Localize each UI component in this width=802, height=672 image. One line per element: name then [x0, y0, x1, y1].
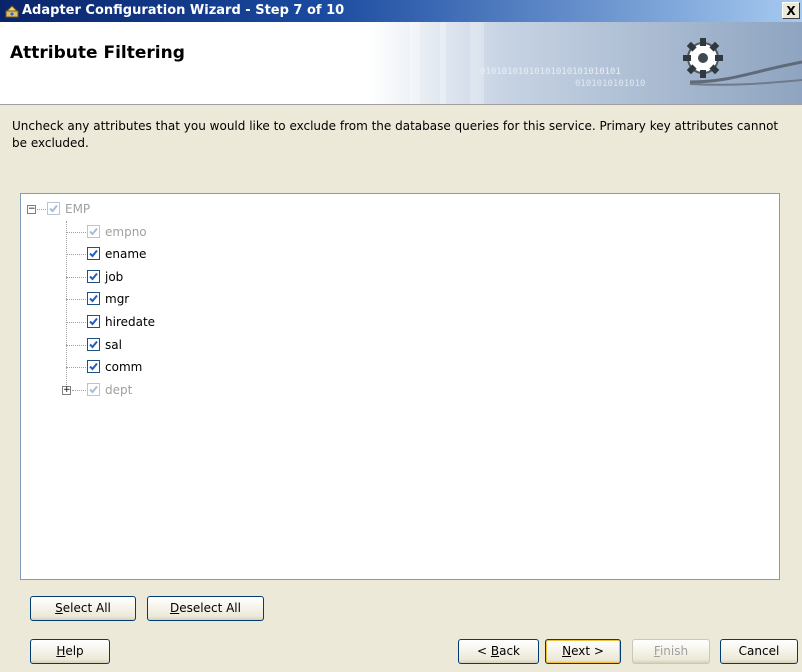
- checkbox-emp[interactable]: [47, 202, 60, 215]
- checkbox-hiredate[interactable]: [87, 315, 100, 328]
- finish-button[interactable]: Finish: [632, 639, 710, 664]
- deselect-all-button[interactable]: Deselect All: [147, 596, 264, 621]
- expand-icon[interactable]: +: [62, 386, 71, 395]
- binary-text-1: 01010101010101010101010101: [480, 67, 621, 77]
- checkbox-dept[interactable]: [87, 383, 100, 396]
- help-mnemonic: H: [56, 644, 66, 658]
- back-label: ack: [499, 644, 520, 658]
- back-mnemonic: B: [490, 644, 500, 658]
- help-button[interactable]: Help: [30, 639, 110, 664]
- help-label: elp: [65, 644, 84, 658]
- tree-label-ename: ename: [105, 247, 147, 261]
- page-title: Attribute Filtering: [10, 43, 185, 63]
- title-bar: Adapter Configuration Wizard - Step 7 of…: [0, 0, 802, 22]
- tree-label-comm: comm: [105, 360, 143, 374]
- cancel-button[interactable]: Cancel: [720, 639, 798, 664]
- select-all-mnemonic: S: [55, 601, 63, 615]
- tree-label-job: job: [105, 270, 124, 284]
- checkbox-ename[interactable]: [87, 247, 100, 260]
- back-button[interactable]: < Back: [458, 639, 539, 664]
- next-mnemonic: N: [562, 644, 572, 658]
- window-title: Adapter Configuration Wizard - Step 7 of…: [22, 3, 345, 18]
- back-prefix: <: [476, 644, 491, 658]
- tree-label-emp: EMP: [65, 202, 91, 216]
- select-all-label: elect All: [62, 601, 111, 615]
- next-label: ext >: [571, 644, 604, 658]
- gear-icon: [683, 38, 723, 78]
- adapter-wizard-icon: [4, 3, 20, 19]
- binary-text-2: 0101010101010: [575, 79, 645, 89]
- next-button[interactable]: Next >: [545, 639, 621, 664]
- checkbox-job[interactable]: [87, 270, 100, 283]
- wizard-banner: Attribute Filtering 01010101010101010101…: [0, 22, 802, 105]
- deselect-all-label: eselect All: [179, 601, 241, 615]
- finish-label: inish: [659, 644, 689, 658]
- close-button[interactable]: X: [782, 2, 800, 19]
- collapse-icon[interactable]: −: [27, 205, 36, 214]
- checkbox-comm[interactable]: [87, 360, 100, 373]
- checkbox-sal[interactable]: [87, 338, 100, 351]
- attribute-tree[interactable]: − EMP empno ename job mgr hiredate sal c…: [20, 193, 780, 580]
- tree-label-sal: sal: [105, 338, 122, 352]
- deselect-all-mnemonic: D: [170, 601, 180, 615]
- tree-label-mgr: mgr: [105, 292, 130, 306]
- banner-graphic: 01010101010101010101010101 0101010101010: [370, 22, 802, 104]
- tree-label-empno: empno: [105, 225, 147, 239]
- select-all-button[interactable]: Select All: [30, 596, 136, 621]
- checkbox-empno[interactable]: [87, 225, 100, 238]
- tree-label-dept: dept: [105, 383, 133, 397]
- instructions-text: Uncheck any attributes that you would li…: [12, 119, 779, 150]
- checkbox-mgr[interactable]: [87, 292, 100, 305]
- tree-label-hiredate: hiredate: [105, 315, 156, 329]
